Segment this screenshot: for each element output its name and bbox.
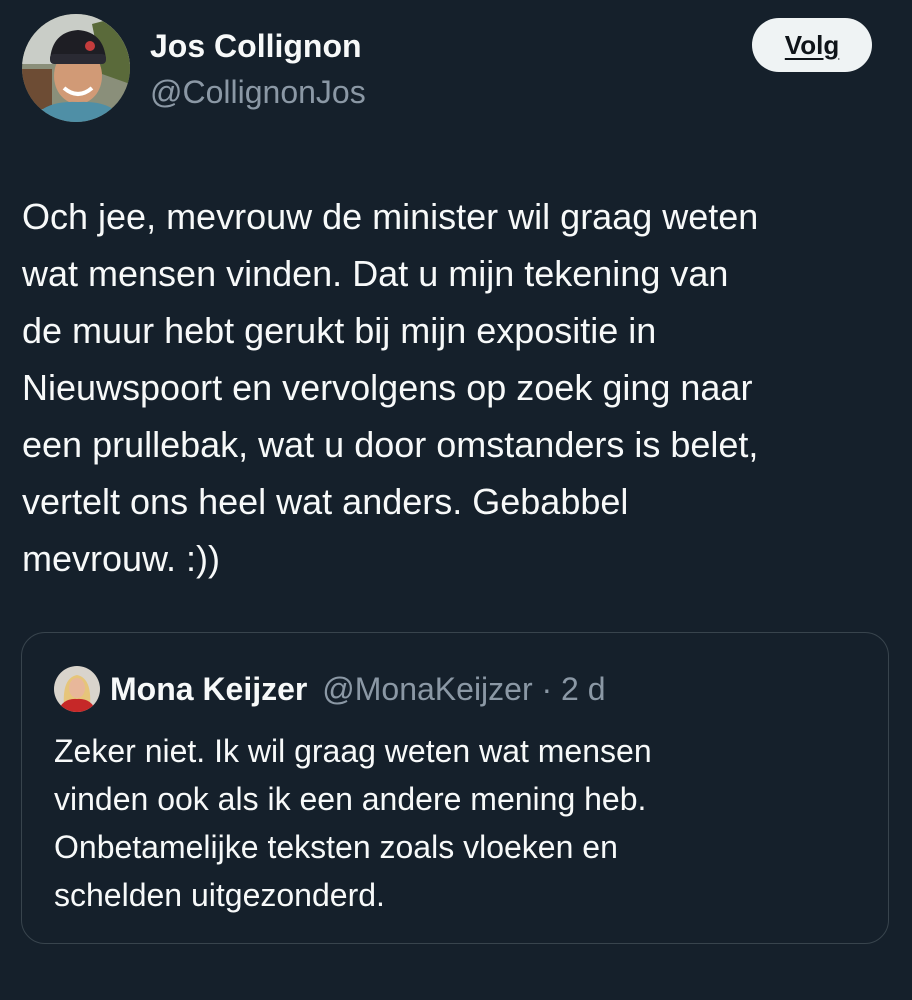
author-handle[interactable]: @CollignonJos xyxy=(150,73,366,111)
author-avatar[interactable] xyxy=(22,14,130,122)
quoted-tweet-text: Zeker niet. Ik wil graag weten wat mense… xyxy=(54,733,652,913)
profile-photo-icon xyxy=(22,14,130,122)
separator-dot: · xyxy=(532,671,562,707)
quoted-tweet[interactable]: Mona Keijzer @MonaKeijzer · 2 d Zeker ni… xyxy=(21,632,889,944)
quoted-tweet-timestamp[interactable]: 2 d xyxy=(561,671,605,707)
follow-button[interactable]: Volg xyxy=(752,18,872,72)
quoted-author-avatar[interactable] xyxy=(54,666,100,712)
profile-photo-icon xyxy=(54,666,100,712)
tweet-text: Och jee, mevrouw de minister wil graag w… xyxy=(22,196,759,579)
quoted-author-handle[interactable]: @MonaKeijzer xyxy=(322,671,532,707)
author-name[interactable]: Jos Collignon xyxy=(150,27,362,65)
tweet: Jos Collignon @CollignonJos Volg Och jee… xyxy=(0,0,912,1000)
quoted-tweet-header: Mona Keijzer @MonaKeijzer · 2 d xyxy=(110,669,606,709)
quoted-author-name[interactable]: Mona Keijzer xyxy=(110,671,307,707)
